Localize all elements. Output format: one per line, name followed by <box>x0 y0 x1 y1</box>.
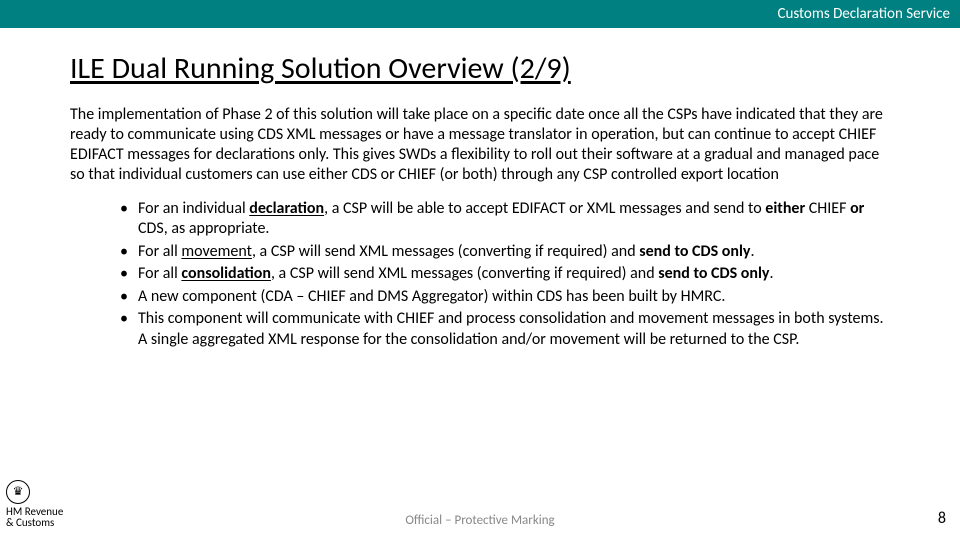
protective-marking: Official – Protective Marking <box>0 513 960 528</box>
list-item: For an individual declaration, a CSP wil… <box>124 199 890 240</box>
list-item: For all movement, a CSP will send XML me… <box>124 242 890 262</box>
list-item: A new component (CDA – CHIEF and DMS Agg… <box>124 287 890 307</box>
footer: ♛ HM Revenue & Customs Official – Protec… <box>0 510 960 534</box>
header-bar: Customs Declaration Service <box>0 0 960 28</box>
intro-paragraph: The implementation of Phase 2 of this so… <box>70 105 890 185</box>
bullet-list: For an individual declaration, a CSP wil… <box>70 199 890 350</box>
page-title: ILE Dual Running Solution Overview (2/9) <box>70 50 890 87</box>
list-item: This component will communicate with CHI… <box>124 309 890 350</box>
page-number: 8 <box>938 509 946 528</box>
crown-icon: ♛ <box>6 480 30 504</box>
slide-content: ILE Dual Running Solution Overview (2/9)… <box>0 28 960 350</box>
header-service: Customs Declaration Service <box>777 5 950 23</box>
list-item: For all consolidation, a CSP will send X… <box>124 264 890 284</box>
